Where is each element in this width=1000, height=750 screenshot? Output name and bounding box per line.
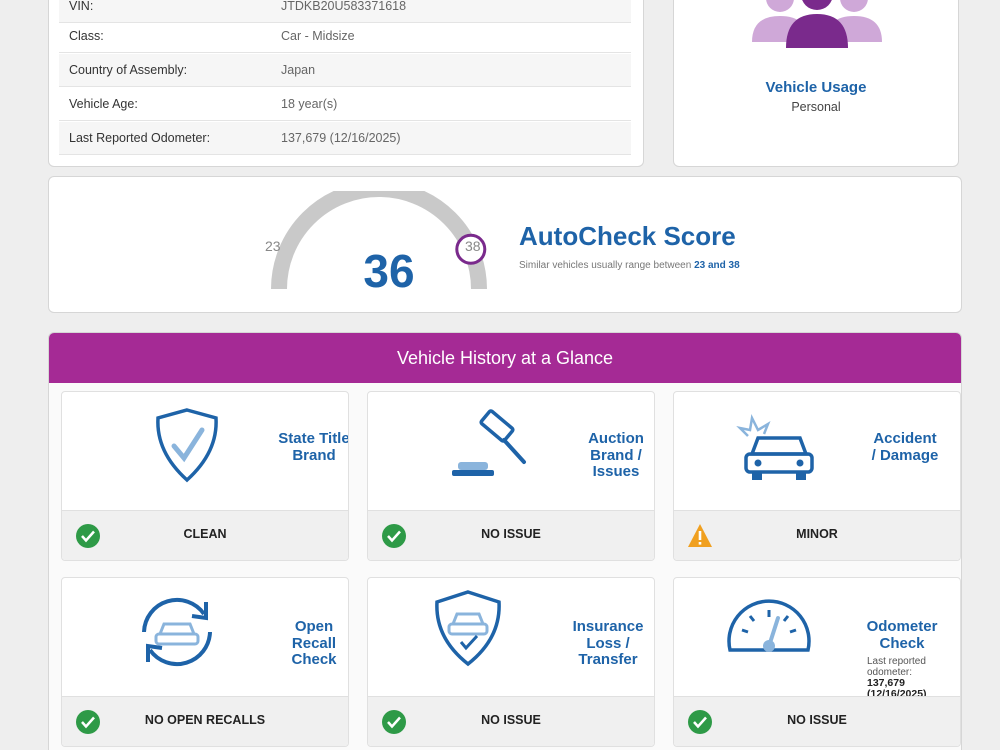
shield-check-icon [156, 408, 218, 483]
history-tile-odometer[interactable]: Odometer Check Last reported odometer: 1… [673, 577, 961, 747]
info-label: Class: [69, 29, 104, 43]
history-tile-auction[interactable]: Auction Brand / Issues NO ISSUE [367, 391, 655, 561]
tile-status-bar: NO ISSUE [368, 510, 654, 560]
tile-status-text: CLEAN [183, 527, 227, 541]
tile-label: State Title Brand [278, 430, 349, 464]
history-tile-title-brand[interactable]: State Title Brand CLEAN [61, 391, 349, 561]
tile-status-bar: NO ISSUE [674, 696, 960, 746]
info-row-odometer: Last Reported Odometer: 137,679 (12/16/2… [59, 122, 631, 155]
tile-status-bar: CLEAN [62, 510, 348, 560]
tile-status-bar: NO OPEN RECALLS [62, 696, 348, 746]
people-group-icon [752, 0, 882, 48]
history-tile-accident[interactable]: Accident / Damage MINOR [673, 391, 961, 561]
tile-status-text: NO ISSUE [481, 713, 541, 727]
tile-label: Accident / Damage [871, 430, 939, 464]
info-value: 137,679 (12/16/2025) [281, 131, 401, 145]
info-label: VIN: [69, 0, 94, 13]
car-crash-icon [736, 414, 814, 480]
vehicle-usage-card: Vehicle Usage Personal [673, 0, 959, 167]
car-cycle-icon [142, 597, 212, 667]
history-tile-recall[interactable]: Open Recall Check NO OPEN RECALLS [61, 577, 349, 747]
odometer-note: Last reported odometer: 137,679 (12/16/2… [867, 656, 957, 700]
tile-status-text: MINOR [796, 527, 838, 541]
tile-status-text: NO OPEN RECALLS [144, 713, 266, 727]
info-value: JTDKB20U583371618 [281, 0, 407, 13]
score-subtitle: Similar vehicles usually range between 2… [519, 260, 740, 271]
tile-label: Insurance Loss / Transfer [572, 618, 644, 668]
score-subtitle-range: 23 and 38 [694, 260, 740, 271]
odometer-icon [727, 599, 811, 652]
score-title: AutoCheck Score [519, 221, 736, 251]
tile-status-text: NO ISSUE [787, 713, 847, 727]
vehicle-history-panel: Vehicle History at a Glance State Title … [48, 332, 962, 750]
info-value: 18 year(s) [281, 97, 338, 111]
vehicle-history-header: Vehicle History at a Glance [49, 333, 961, 383]
tile-status-bar: NO ISSUE [368, 696, 654, 746]
info-label: Last Reported Odometer: [69, 131, 211, 145]
info-row-country: Country of Assembly: Japan [59, 54, 631, 87]
info-row-class: Class: Car - Midsize [59, 20, 631, 53]
tile-label: Auction Brand / Issues [588, 430, 644, 480]
info-row-age: Vehicle Age: 18 year(s) [59, 88, 631, 121]
odometer-note-line1: Last reported [867, 656, 926, 667]
tile-label: Open Recall Check [291, 618, 337, 668]
tile-status-bar: MINOR [674, 510, 960, 560]
info-value: Car - Midsize [281, 29, 355, 43]
vehicle-info-card: VIN: JTDKB20U583371618 Class: Car - Mids… [48, 0, 644, 167]
car-shield-icon [435, 590, 501, 667]
vehicle-usage-title: Vehicle Usage [765, 79, 867, 96]
score-range-min: 23 [265, 238, 281, 254]
info-label: Vehicle Age: [69, 97, 138, 111]
info-label: Country of Assembly: [69, 63, 188, 77]
info-value: Japan [281, 63, 316, 77]
autocheck-score-card: 23 38 36 AutoCheck Score Similar vehicle… [48, 176, 962, 313]
gavel-icon [452, 409, 526, 476]
history-tile-insurance[interactable]: Insurance Loss / Transfer NO ISSUE [367, 577, 655, 747]
score-value: 36 [363, 245, 415, 297]
score-subtitle-text: Similar vehicles usually range between [519, 260, 692, 271]
tile-status-text: NO ISSUE [481, 527, 541, 541]
vehicle-usage-value: Personal [791, 100, 841, 114]
score-range-max: 38 [465, 238, 481, 254]
tile-label: Odometer Check [866, 618, 938, 652]
